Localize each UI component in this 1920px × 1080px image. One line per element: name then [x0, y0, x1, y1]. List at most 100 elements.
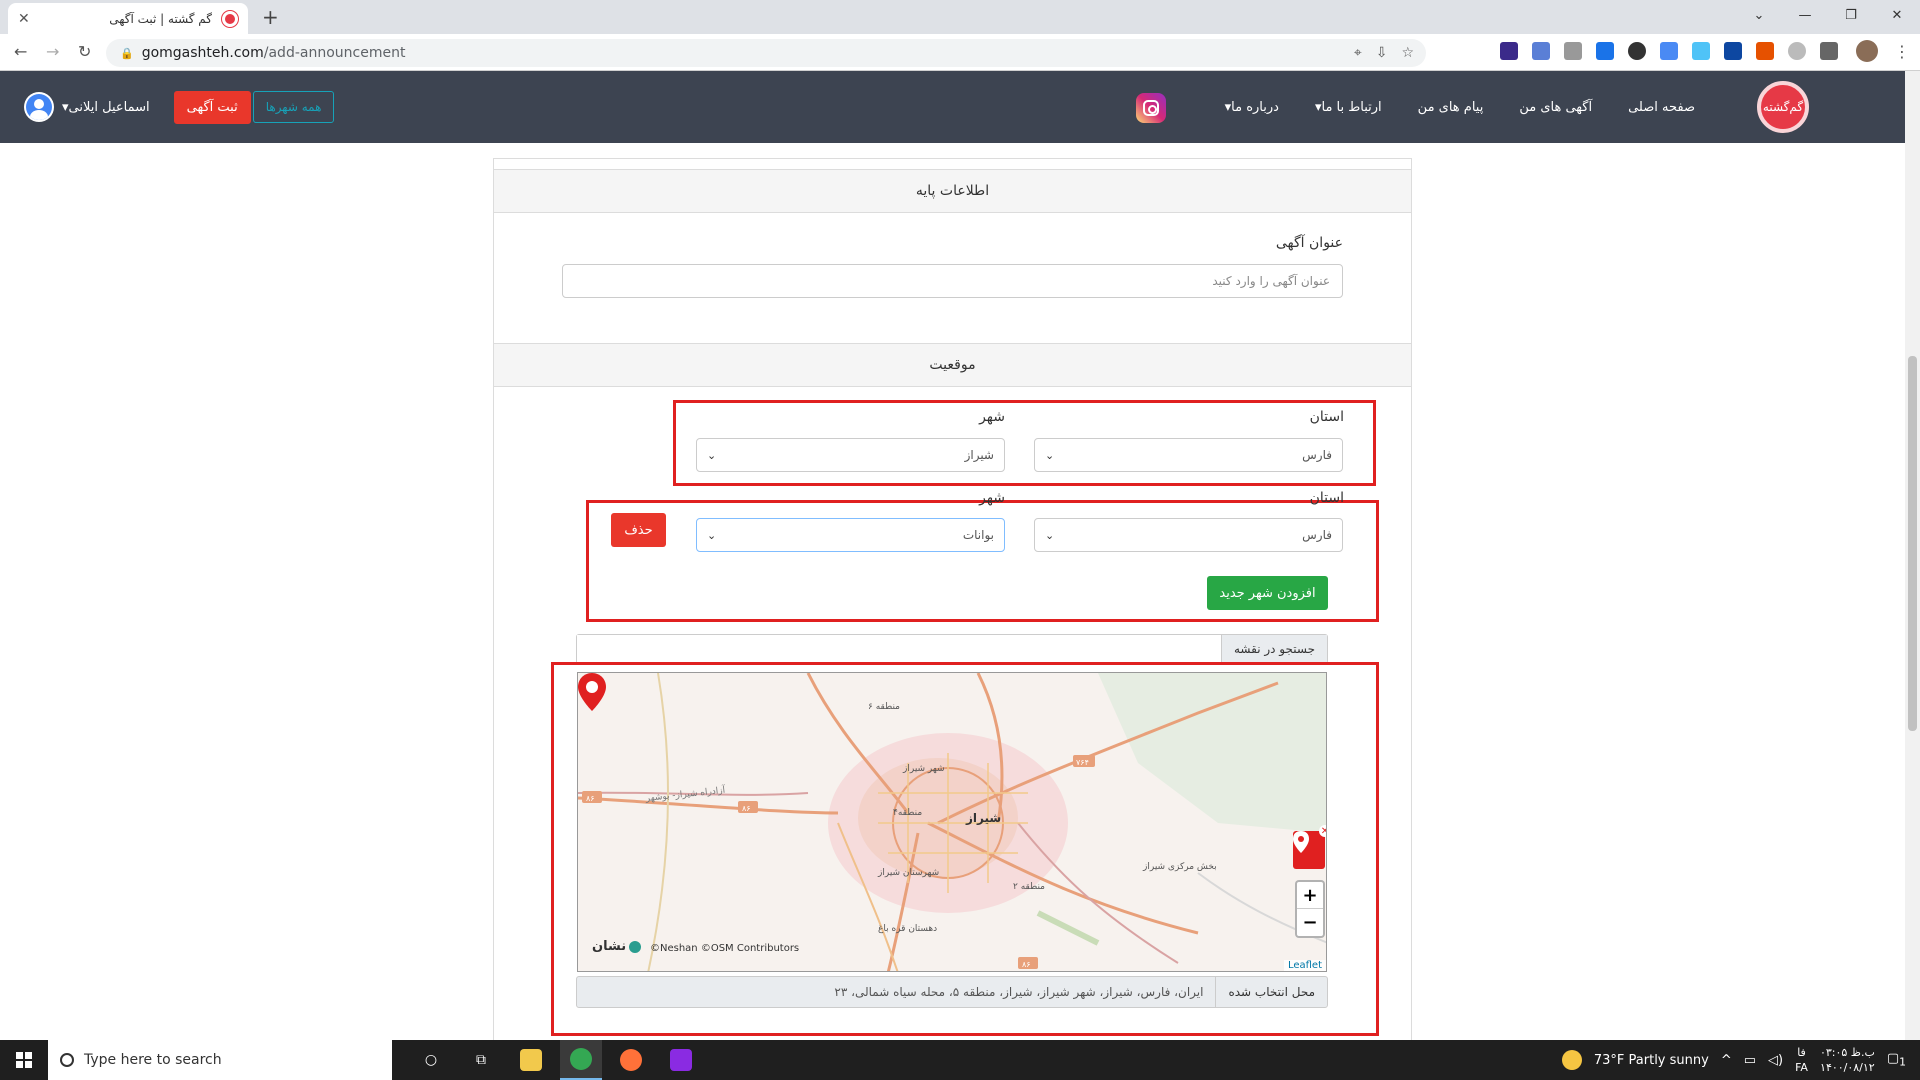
forward-icon[interactable]: → — [46, 42, 59, 61]
tab-close-icon[interactable]: ✕ — [18, 11, 30, 27]
firefox-icon[interactable] — [610, 1040, 652, 1080]
puzzle-extensions-icon[interactable] — [1820, 42, 1838, 60]
taskbar-search[interactable]: Type here to search — [48, 1040, 392, 1080]
clock-date: ۱۴۰۰/۰۸/۱۲ — [1820, 1061, 1875, 1074]
clock[interactable]: ب.ظ ۰۳:۰۵ ۱۴۰۰/۰۸/۱۲ — [1820, 1045, 1875, 1075]
chevron-down-icon: ⌄ — [707, 528, 717, 542]
browser-chrome: گم گشته | ثبت آگهی ✕ + ⌄ — ❐ ✕ ← → ↻ 🔒 g… — [0, 0, 1920, 71]
map-place-label: شهر شیراز — [902, 764, 945, 774]
user-name: اسماعیل ایلانی — [68, 99, 150, 115]
file-explorer-icon[interactable] — [510, 1040, 552, 1080]
chevron-up-icon[interactable]: ^ — [1721, 1053, 1732, 1068]
browser-tab[interactable]: گم گشته | ثبت آگهی ✕ — [8, 3, 248, 34]
back-icon[interactable]: ← — [14, 42, 27, 61]
extension-icon[interactable] — [1500, 42, 1518, 60]
nav-contact[interactable]: ارتباط با ما▾ — [1315, 100, 1382, 115]
nav-about[interactable]: درباره ما▾ — [1225, 100, 1279, 115]
user-avatar-icon[interactable] — [24, 92, 54, 122]
nav-my-ads[interactable]: آگهی های من — [1519, 100, 1592, 115]
site-logo[interactable]: گم‌گشته — [1757, 81, 1809, 133]
province-value: فارس — [1302, 528, 1332, 542]
neshan-brand: نشان — [592, 939, 627, 954]
windows-logo-icon — [16, 1052, 32, 1068]
extension-icon[interactable] — [1628, 42, 1646, 60]
notification-icon[interactable]: ▢1 — [1887, 1051, 1906, 1069]
phpstorm-icon[interactable] — [660, 1040, 702, 1080]
delete-city-button[interactable]: حذف — [611, 513, 666, 547]
title-input[interactable]: عنوان آگهی را وارد کنید — [562, 264, 1343, 298]
tab-search-icon[interactable]: ⌄ — [1736, 0, 1782, 30]
place-marker-button[interactable]: ✕ — [1293, 825, 1326, 869]
road-number-label: ۸۶ — [742, 804, 751, 813]
all-cities-button[interactable]: همه شهرها — [252, 91, 335, 123]
install-icon[interactable]: ⇩ — [1376, 45, 1388, 61]
site-favicon-icon — [222, 10, 238, 27]
nav-home[interactable]: صفحه اصلی — [1628, 100, 1695, 115]
location-pin-icon[interactable] — [578, 673, 606, 713]
task-view-icon[interactable]: ⧉ — [460, 1040, 502, 1080]
extension-icon[interactable] — [1724, 42, 1742, 60]
translate-extension-icon[interactable] — [1660, 42, 1678, 60]
city-select[interactable]: ⌄ بوانات — [696, 518, 1005, 552]
zoom-out-button[interactable]: − — [1297, 909, 1323, 936]
location-icon[interactable]: ⌖ — [1354, 45, 1362, 61]
map-place-label: شهرستان شیراز — [877, 868, 939, 878]
cortana-icon[interactable]: ○ — [410, 1040, 452, 1080]
close-window-icon[interactable]: ✕ — [1874, 0, 1920, 30]
add-city-button[interactable]: افزودن شهر جدید — [1207, 576, 1328, 610]
chevron-down-icon: ⌄ — [1045, 448, 1055, 462]
new-tab-button[interactable]: + — [262, 5, 279, 29]
map-city-label: شیراز — [965, 811, 1001, 825]
camera-extension-icon[interactable] — [1564, 42, 1582, 60]
city-label: شهر — [979, 409, 1005, 425]
user-menu[interactable]: اسماعیل ایلانی▾ — [62, 100, 150, 115]
address-bar[interactable]: 🔒 gomgashteh.com /add-announcement ⌖ ⇩ ☆ — [106, 39, 1426, 67]
chevron-down-icon: ⌄ — [1045, 528, 1055, 542]
map-view[interactable]: شیراز منطقه ۶ شهر شیراز منطقه۴ شهرستان ش… — [577, 672, 1327, 972]
province-select[interactable]: ⌄ فارس — [1034, 438, 1343, 472]
nav-links: صفحه اصلی آگهی های من پیام های من ارتباط… — [1225, 71, 1695, 143]
map-place-label: منطقه ۲ — [1013, 882, 1045, 892]
window-controls: ⌄ — ❐ ✕ — [1736, 0, 1920, 30]
post-ad-button[interactable]: ثبت آگهی — [173, 90, 251, 124]
volume-icon[interactable]: ◁) — [1768, 1053, 1783, 1068]
extension-icon[interactable] — [1692, 42, 1710, 60]
leaflet-link[interactable]: Leaflet — [1283, 960, 1326, 971]
chrome-icon[interactable] — [560, 1040, 602, 1080]
chevron-down-icon: ⌄ — [707, 448, 717, 462]
bookmark-star-icon[interactable]: ☆ — [1401, 45, 1414, 61]
extension-icon[interactable] — [1532, 42, 1550, 60]
road-number-label: ۷۶۴ — [1076, 758, 1089, 767]
scrollbar-thumb[interactable] — [1908, 356, 1917, 731]
zoom-in-button[interactable]: + — [1297, 882, 1323, 909]
windows-taskbar: Type here to search ○ ⧉ 73°F Partly sunn… — [0, 1040, 1920, 1080]
start-button[interactable] — [0, 1040, 48, 1080]
lock-icon: 🔒 — [120, 46, 134, 60]
weather-text[interactable]: 73°F Partly sunny — [1594, 1053, 1709, 1068]
province-select[interactable]: ⌄ فارس — [1034, 518, 1343, 552]
city-select[interactable]: ⌄ شیراز — [696, 438, 1005, 472]
remove-marker-icon[interactable]: ✕ — [1319, 825, 1326, 837]
system-tray: 73°F Partly sunny ^ ▭ ◁) فا FA ب.ظ ۰۳:۰۵ ۱… — [1561, 1040, 1920, 1080]
extension-icon[interactable] — [1756, 42, 1774, 60]
restore-icon[interactable]: ❐ — [1828, 0, 1874, 30]
nav-my-messages[interactable]: پیام های من — [1418, 100, 1484, 115]
extension-icon[interactable] — [1596, 42, 1614, 60]
page-scrollbar[interactable] — [1905, 71, 1920, 1041]
minimize-icon[interactable]: — — [1782, 0, 1828, 30]
map-search-input[interactable] — [577, 635, 1221, 663]
language-indicator[interactable]: فا FA — [1795, 1045, 1808, 1075]
weather-icon[interactable] — [1561, 1050, 1582, 1070]
network-icon[interactable]: ▭ — [1744, 1053, 1756, 1068]
road-number-label: ۸۶ — [1022, 960, 1031, 969]
tab-title: گم گشته | ثبت آگهی — [109, 11, 212, 26]
section-location-header: موقعیت — [494, 343, 1411, 387]
reload-icon[interactable]: ↻ — [78, 42, 91, 61]
profile-avatar[interactable] — [1856, 40, 1878, 62]
extension-icon[interactable] — [1788, 42, 1806, 60]
city-label: شهر — [979, 490, 1005, 506]
map-attribution: ©Neshan ©OSM Contributors — [650, 943, 800, 954]
instagram-icon[interactable] — [1136, 93, 1166, 123]
menu-icon[interactable]: ⋮ — [1894, 42, 1910, 61]
url-domain: gomgashteh.com — [141, 45, 264, 61]
